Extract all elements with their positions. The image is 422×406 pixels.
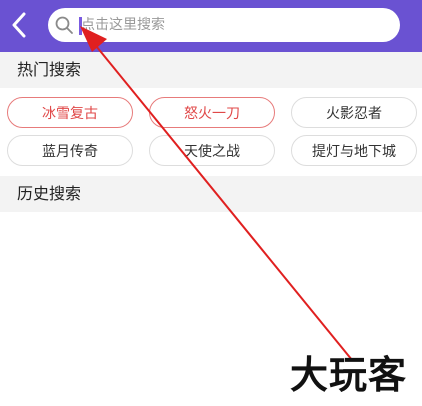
search-placeholder: 点击这里搜索 [81,17,165,33]
hot-search-title: 热门搜索 [17,60,82,79]
history-search-header: 历史搜索 [0,176,422,212]
search-page: 点击这里搜索 热门搜索 冰雪复古 怒火一刀 火影忍者 蓝月传奇 天使之战 提灯与… [0,0,422,406]
hot-tag[interactable]: 怒火一刀 [149,97,275,128]
search-icon [55,16,73,34]
top-bar: 点击这里搜索 [0,0,422,52]
text-cursor [79,17,82,35]
hot-tag[interactable]: 提灯与地下城 [291,135,417,166]
back-button[interactable] [6,10,32,40]
hot-tag[interactable]: 火影忍者 [291,97,417,128]
hot-search-header: 热门搜索 [0,52,422,88]
history-search-title: 历史搜索 [17,184,82,203]
hot-tag[interactable]: 天使之战 [149,135,275,166]
hot-tag[interactable]: 蓝月传奇 [7,135,133,166]
watermark-logo: 大玩客 [290,353,408,397]
hot-tag[interactable]: 冰雪复古 [7,97,133,128]
hot-search-tags: 冰雪复古 怒火一刀 火影忍者 蓝月传奇 天使之战 提灯与地下城 [0,88,422,176]
chevron-left-icon [12,12,26,38]
search-input[interactable]: 点击这里搜索 [48,8,400,42]
